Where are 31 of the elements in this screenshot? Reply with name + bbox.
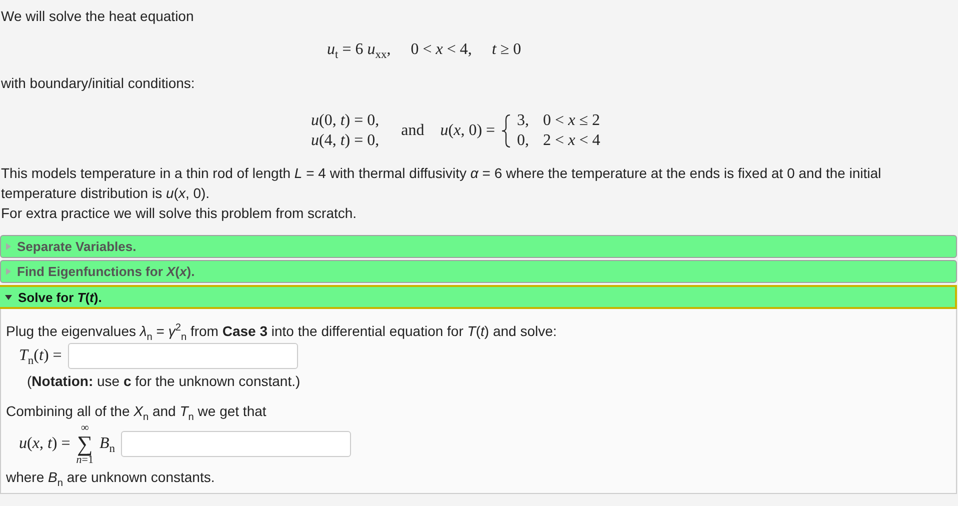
description-text: For extra practice we will solve this problem from scratch. bbox=[0, 204, 358, 223]
combine-text: Combining all of the X$_{n}$ and T$_{n}$ we get that bbox=[5, 402, 268, 421]
case-value: 3, bbox=[517, 111, 530, 131]
expand-triangle-icon bbox=[6, 243, 11, 250]
sum-lhs: u(x, t) = bbox=[19, 435, 70, 453]
brace-icon bbox=[501, 114, 512, 148]
section-header[interactable]: Find Eigenfunctions for X(x). bbox=[0, 260, 957, 283]
intro-text: We will solve the heat equation bbox=[0, 7, 195, 26]
description-text: This models temperature in a thin rod of length L = 4 with thermal diffusivity α = 6 where the temperature at the ends is fixed at 0 and the initial temperature distribution is u(x, 0). bbox=[0, 164, 882, 203]
case-range: 0 < x ≤ 2 bbox=[543, 111, 600, 131]
initial-condition-lhs: u(x, 0) = bbox=[440, 122, 496, 140]
section-header[interactable]: Solve for T(t). bbox=[0, 285, 957, 309]
answer-label: T$_{n}$(t) = bbox=[19, 347, 62, 365]
instruction-text: Plug the eigenvalues λ$_{n}$ = γ$^{2}$$_{n}$ from Case 3 into the differential equation for T(t) and solve: bbox=[5, 321, 558, 341]
section-header[interactable]: Separate Variables. bbox=[0, 235, 957, 258]
heat-equation: u$_{t}$ = 6 u$_{xx}$, 0 < x < 4, t ≥ 0 bbox=[327, 41, 522, 59]
answer-field[interactable] bbox=[68, 343, 298, 369]
boundary-condition: u(4, t) = 0, bbox=[311, 131, 380, 151]
case-value: 0, bbox=[517, 131, 530, 151]
closing-text: where B$_{n}$ are unknown constants. bbox=[5, 468, 216, 487]
notation-note: (Notation: use c for the unknown constant.) bbox=[26, 372, 302, 391]
expand-triangle-icon bbox=[6, 268, 11, 275]
conditions-label: with boundary/initial conditions: bbox=[0, 74, 196, 93]
sum-upper-limit: ∞ bbox=[80, 422, 89, 434]
boundary-condition: u(0, t) = 0, bbox=[311, 111, 380, 131]
series-field[interactable] bbox=[121, 431, 352, 457]
collapse-triangle-icon bbox=[5, 294, 12, 300]
case-range: 2 < x < 4 bbox=[543, 131, 600, 151]
sum-symbol: ∑ bbox=[77, 434, 93, 454]
sum-term: B$_{n}$ bbox=[99, 435, 116, 453]
and-text: and bbox=[401, 122, 424, 140]
